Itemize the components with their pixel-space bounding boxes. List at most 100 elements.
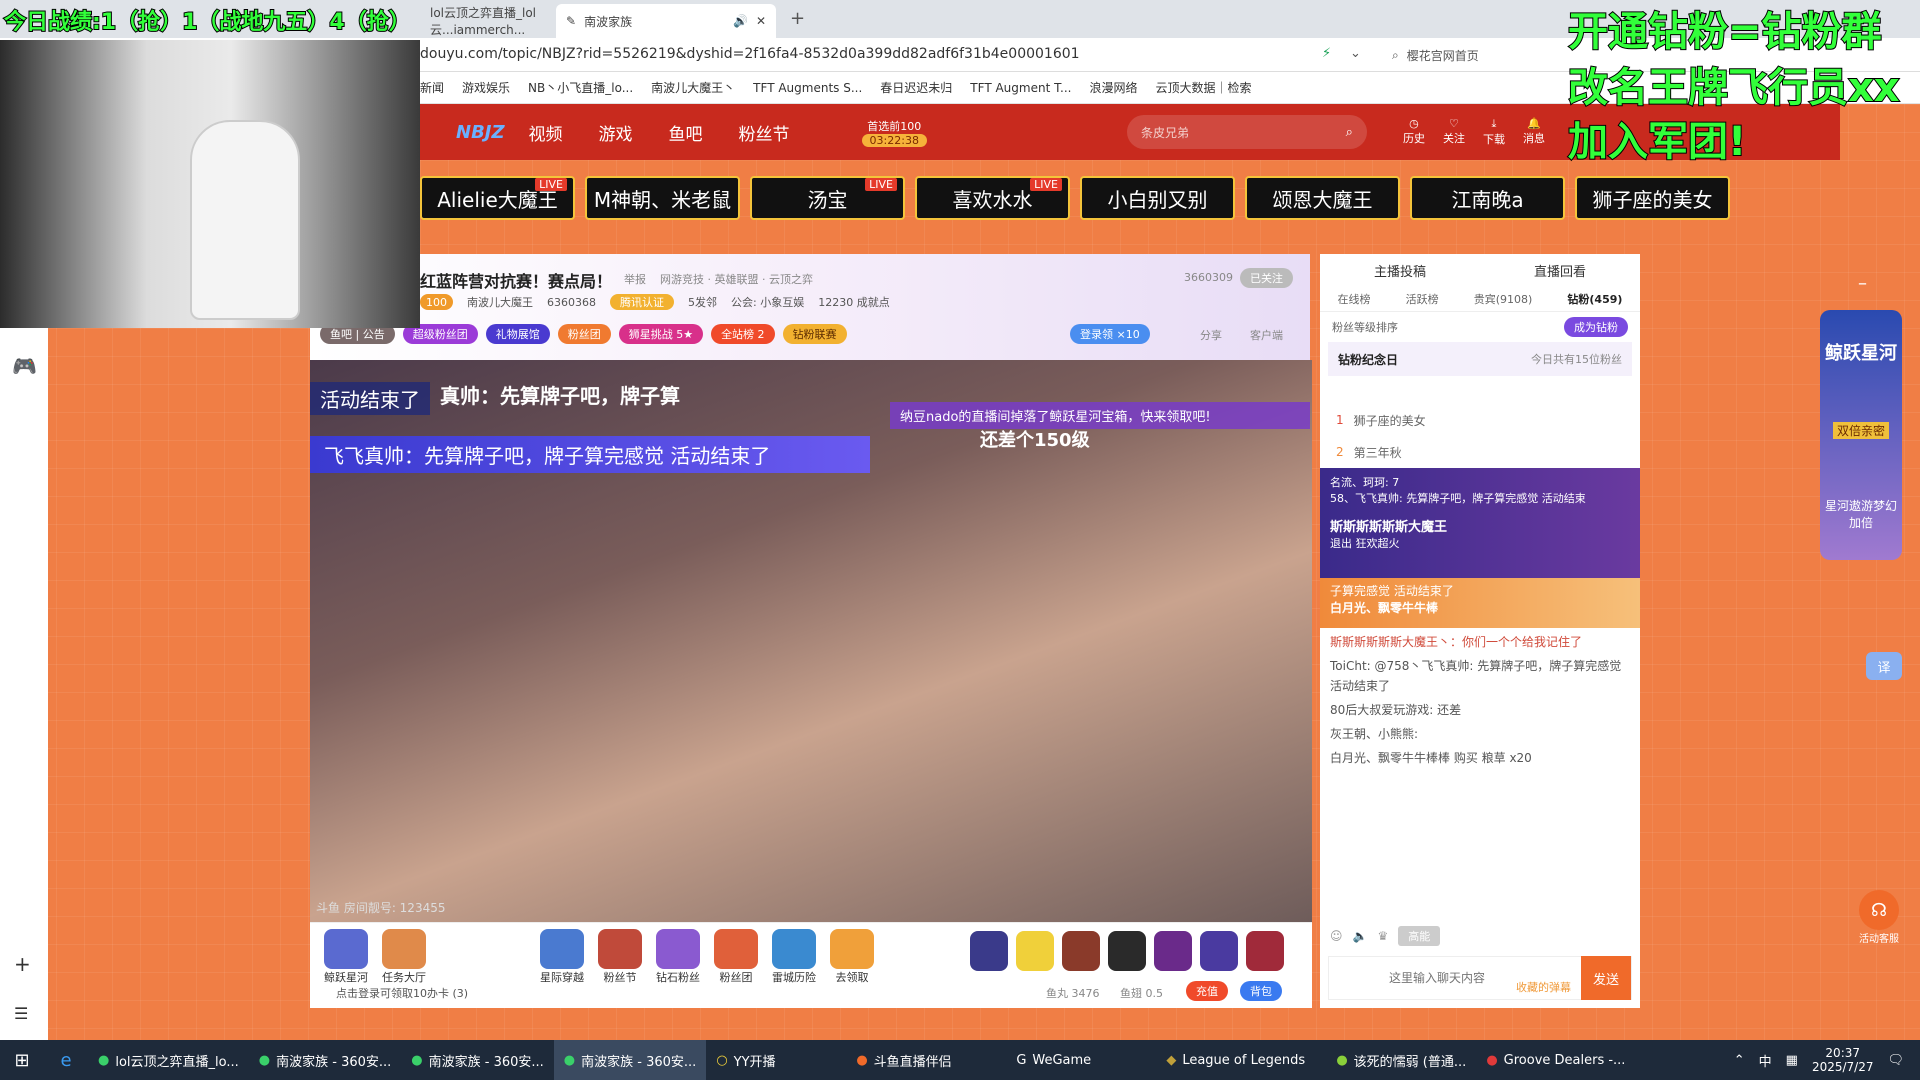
- streamer-chip[interactable]: Alielie大魔王 LIVE: [420, 176, 575, 220]
- host-posts-link[interactable]: 主播投稿: [1374, 261, 1426, 280]
- nav-item-game[interactable]: 游戏: [599, 120, 633, 145]
- toolbar-item[interactable]: 去领取: [830, 929, 874, 985]
- follow-button[interactable]: 已关注: [1240, 268, 1293, 288]
- bookmark[interactable]: 云顶大数据｜检索: [1155, 79, 1251, 96]
- toolbar-item[interactable]: 雷城历险: [772, 929, 816, 985]
- menu-icon[interactable]: ☰: [14, 1004, 28, 1023]
- streamer-chip[interactable]: 狮子座的美女: [1575, 176, 1730, 220]
- follow-button[interactable]: ♡ 关注: [1443, 117, 1465, 147]
- chevron-down-icon[interactable]: ⌄: [1350, 46, 1361, 61]
- streamer-chip[interactable]: 小白别又别: [1080, 176, 1235, 220]
- bookmark[interactable]: 浪漫网络: [1089, 79, 1137, 96]
- taskbar-item[interactable]: ● 该死的懦弱 (普通...: [1326, 1040, 1476, 1080]
- taskbar-item[interactable]: G WeGame: [1006, 1040, 1156, 1080]
- keyboard-icon[interactable]: ▦: [1786, 1053, 1798, 1068]
- taskbar-item[interactable]: ◆ League of Legends: [1156, 1040, 1326, 1080]
- login-reward-button[interactable]: 登录领 ×10: [1070, 324, 1150, 344]
- toolbar-item[interactable]: 粉丝团: [714, 929, 758, 985]
- replay-link[interactable]: 直播回看: [1534, 261, 1586, 280]
- clock[interactable]: 20:37 2025/7/27: [1812, 1046, 1874, 1074]
- nav-item-yuba[interactable]: 鱼吧: [669, 120, 703, 145]
- share-link[interactable]: 分享: [1200, 327, 1222, 343]
- become-diamond-button[interactable]: 成为钻粉: [1564, 317, 1628, 337]
- taskbar-item[interactable]: ● 斗鱼直播伴侣: [846, 1040, 1006, 1080]
- gift-icon[interactable]: [1246, 931, 1284, 971]
- crown-icon[interactable]: ♛: [1377, 929, 1388, 943]
- sort-label[interactable]: 粉丝等级排序: [1332, 319, 1398, 335]
- gift-icon[interactable]: [1062, 931, 1100, 971]
- toolbar-item[interactable]: 钻石粉丝: [656, 929, 700, 985]
- history-button[interactable]: ◷ 历史: [1403, 117, 1425, 147]
- taskbar-item[interactable]: ● 南波家族 - 360安...: [401, 1040, 554, 1080]
- rank-row[interactable]: 2 第三年秋: [1320, 436, 1640, 468]
- nav-item-video[interactable]: 视频: [529, 120, 563, 145]
- bookmark[interactable]: TFT Augment T...: [970, 81, 1071, 95]
- streamer-chip[interactable]: 喜欢水水 LIVE: [915, 176, 1070, 220]
- gamepad-icon[interactable]: 🎮: [12, 354, 37, 378]
- new-tab-button[interactable]: +: [790, 8, 805, 29]
- event-widget[interactable]: 鲸跃星河 双倍亲密 星河遨游梦幻加倍: [1820, 310, 1902, 560]
- bookmark[interactable]: 新闻: [420, 79, 444, 96]
- hq-button[interactable]: 高能: [1398, 926, 1441, 946]
- streamer-chip[interactable]: 江南晚a: [1410, 176, 1565, 220]
- streamer-chip[interactable]: 颂恩大魔王: [1245, 176, 1400, 220]
- room-tag[interactable]: 粉丝团: [557, 324, 611, 344]
- task-hall-item[interactable]: 任务大厅: [382, 929, 426, 985]
- site-logo[interactable]: NBJZ: [456, 122, 505, 143]
- room-tag[interactable]: 狮星挑战 5★: [618, 324, 704, 344]
- tab-active[interactable]: 活跃榜: [1406, 291, 1439, 307]
- guild-name[interactable]: 公会: 小象互娱: [731, 294, 804, 310]
- video-player[interactable]: 活动结束了 真帅：先算牌子吧，牌子算 飞飞真帅：先算牌子吧，牌子算完感觉 活动结…: [310, 360, 1312, 922]
- whale-river-item[interactable]: 鲸跃星河: [324, 929, 368, 985]
- emoji-icon[interactable]: ☺: [1330, 929, 1343, 943]
- send-button[interactable]: 发送: [1581, 956, 1631, 1000]
- plus-icon[interactable]: +: [14, 952, 31, 976]
- bolt-icon[interactable]: ⚡: [1322, 46, 1331, 61]
- bookmark[interactable]: TFT Augments S...: [753, 81, 862, 95]
- streamer-chip[interactable]: M神朝、米老鼠: [585, 176, 740, 220]
- room-tag[interactable]: 钻粉联赛: [782, 324, 847, 344]
- support-widget[interactable]: ☊ 活动客服: [1856, 890, 1902, 946]
- gift-icon[interactable]: [970, 931, 1008, 971]
- bookmark[interactable]: 游戏娱乐: [462, 79, 510, 96]
- room-tag[interactable]: 礼物展馆: [485, 324, 550, 344]
- gift-icon[interactable]: [1154, 931, 1192, 971]
- bookmark[interactable]: 南波儿大魔王丶: [651, 79, 735, 96]
- speaker-icon[interactable]: 🔈: [1353, 929, 1368, 943]
- message-button[interactable]: 🔔 消息: [1523, 117, 1545, 147]
- taskbar-item[interactable]: ● lol云顶之弈直播_lo...: [88, 1040, 249, 1080]
- taskbar-item-active[interactable]: ● 南波家族 - 360安...: [553, 1040, 707, 1080]
- browser-search[interactable]: ⌕ 樱花宫网首页: [1392, 44, 1572, 66]
- taskbar-item[interactable]: ● 南波家族 - 360安...: [249, 1040, 402, 1080]
- login-hint[interactable]: 点击登录可领取10办卡 (3): [336, 985, 468, 1001]
- backpack-button[interactable]: 背包: [1240, 981, 1282, 1001]
- room-tag[interactable]: 全站榜 2: [711, 324, 775, 344]
- gift-icon[interactable]: [1108, 931, 1146, 971]
- streamer-chip[interactable]: 汤宝 LIVE: [750, 176, 905, 220]
- browser-tab[interactable]: lol云顶之弈直播_lol云...iammerch...: [420, 4, 560, 38]
- search-icon[interactable]: ⌕: [1346, 125, 1353, 140]
- toolbar-item[interactable]: 星际穿越: [540, 929, 584, 985]
- bookmark[interactable]: 春日迟迟未归: [880, 79, 952, 96]
- nav-item-fanfest[interactable]: 粉丝节: [739, 120, 790, 145]
- windows-start-icon[interactable]: ⊞: [0, 1050, 44, 1071]
- audio-icon[interactable]: 🔊: [733, 14, 748, 28]
- ime-indicator[interactable]: 中: [1759, 1051, 1772, 1070]
- site-search[interactable]: 条皮兄弟 ⌕: [1126, 115, 1367, 149]
- gift-banner[interactable]: 纳豆nado的直播间掉落了鲸跃星河宝箱，快来领取吧!: [890, 402, 1310, 429]
- url-field[interactable]: douyu.com/topic/NBJZ?rid=5526219&dyshid=…: [420, 46, 1080, 62]
- taskbar-item[interactable]: ● Groove Dealers -...: [1476, 1040, 1635, 1080]
- tab-diamond[interactable]: 钻粉(459): [1567, 291, 1622, 307]
- report-link[interactable]: 举报: [624, 271, 646, 287]
- tab-vip[interactable]: 贵宾(9108): [1474, 291, 1533, 307]
- host-name[interactable]: 南波儿大魔王: [467, 294, 533, 310]
- minimize-icon[interactable]: –: [1858, 273, 1867, 294]
- rank-row[interactable]: 1 狮子座的美女: [1320, 404, 1640, 436]
- close-tab-icon[interactable]: ✕: [756, 14, 766, 28]
- translate-icon[interactable]: 译: [1866, 652, 1902, 680]
- bookmark[interactable]: NB丶小飞直播_lo...: [528, 79, 633, 96]
- download-button[interactable]: ⤓ 下载: [1483, 117, 1505, 147]
- tab-online[interactable]: 在线榜: [1338, 291, 1371, 307]
- browser-tab-active[interactable]: ✎ 南波家族 🔊 ✕: [556, 4, 776, 38]
- recharge-button[interactable]: 充值: [1186, 981, 1228, 1001]
